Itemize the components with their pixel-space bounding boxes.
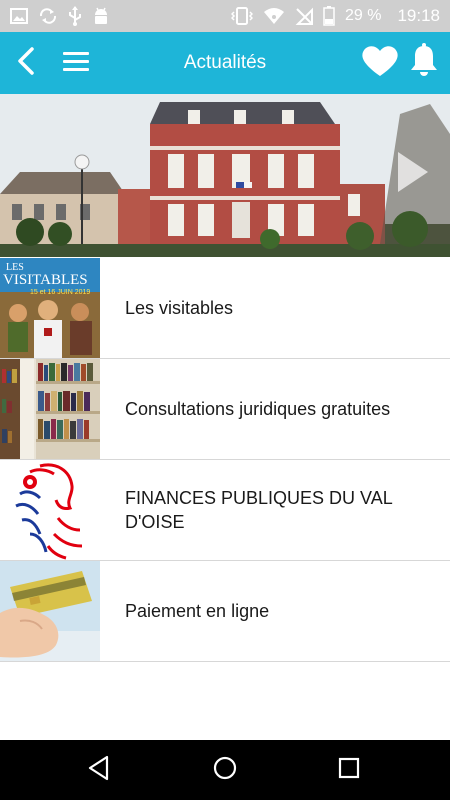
news-title: FINANCES PUBLIQUES DU VAL D'OISE	[125, 488, 393, 532]
news-title: Les visitables	[125, 298, 234, 318]
back-button[interactable]	[8, 44, 44, 82]
status-bar: 29 % 19:18	[0, 0, 450, 32]
bell-icon	[409, 42, 439, 83]
wifi-icon	[263, 7, 285, 25]
status-time: 19:18	[397, 6, 440, 25]
nav-home-icon	[212, 755, 238, 786]
menu-button[interactable]	[56, 44, 96, 82]
list-item-les-visitables[interactable]: LES VISITABLES 15 et 16 JUIN 2019 Les vi…	[0, 258, 450, 359]
thumbnail-bookshelf	[0, 359, 100, 459]
town-hall-photo	[0, 94, 450, 257]
news-list: LES VISITABLES 15 et 16 JUIN 2019 Les vi…	[0, 258, 450, 662]
status-right: 29 % 19:18	[230, 6, 440, 26]
app-bar: Actualités	[0, 32, 450, 94]
android-icon	[92, 6, 110, 26]
thumbnail-visitables: LES VISITABLES 15 et 16 JUIN 2019	[0, 258, 100, 358]
nav-back-icon	[87, 755, 111, 786]
thumb-subtitle: VISITABLES	[3, 272, 88, 288]
favorites-button[interactable]	[358, 42, 402, 84]
thumbnail-marianne	[0, 460, 100, 560]
battery-icon	[323, 6, 335, 26]
status-left	[10, 6, 110, 26]
back-icon	[15, 46, 37, 80]
notifications-button[interactable]	[404, 40, 444, 84]
news-title: Consultations juridiques gratuites	[125, 399, 391, 419]
thumbnail-credit-card	[0, 561, 100, 661]
nav-recents-button[interactable]	[333, 754, 365, 786]
list-item-paiement-en-ligne[interactable]: Paiement en ligne	[0, 561, 450, 662]
list-item-consultations-juridiques[interactable]: Consultations juridiques gratuites	[0, 359, 450, 460]
next-slide-button[interactable]	[394, 150, 430, 194]
nav-recents-icon	[338, 757, 360, 784]
nav-home-button[interactable]	[209, 754, 241, 786]
news-title: Paiement en ligne	[125, 601, 270, 621]
no-sim-icon	[295, 7, 313, 25]
thumb-date: 15 et 16 JUIN 2019	[30, 289, 90, 296]
next-arrow-icon	[394, 150, 430, 194]
heart-icon	[361, 44, 399, 83]
menu-icon	[62, 50, 90, 77]
nav-back-button[interactable]	[83, 754, 115, 786]
list-item-finances-publiques[interactable]: FINANCES PUBLIQUES DU VAL D'OISE	[0, 460, 450, 561]
hero-image[interactable]	[0, 94, 450, 257]
usb-icon	[68, 6, 82, 26]
image-icon	[10, 7, 28, 25]
system-nav-bar	[0, 740, 450, 800]
sync-icon	[38, 7, 58, 25]
vibrate-icon	[230, 6, 253, 26]
battery-percent: 29 %	[344, 7, 382, 24]
